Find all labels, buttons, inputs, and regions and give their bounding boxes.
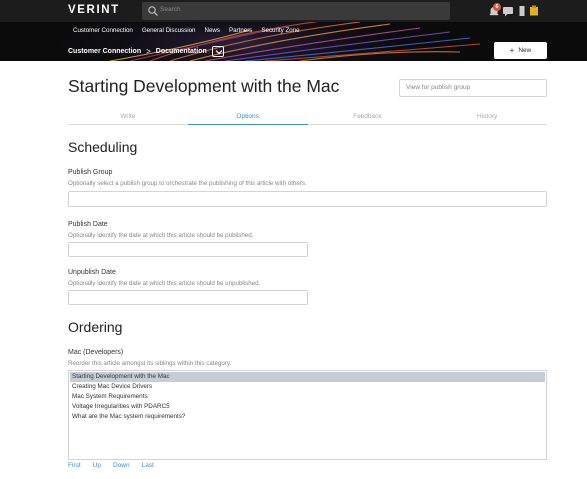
article-tabs: Write Options Feedback History xyxy=(68,113,547,125)
user-avatar-icon[interactable] xyxy=(527,4,541,18)
unpublish-date-input[interactable] xyxy=(68,290,308,305)
plus-icon: + xyxy=(509,45,515,55)
tab-options[interactable]: Options xyxy=(187,113,308,125)
unpublish-date-hint: Optionally identify the date at which th… xyxy=(68,280,261,287)
messages-icon[interactable] xyxy=(501,4,515,18)
order-down-link[interactable]: Down xyxy=(113,462,130,469)
publish-date-label: Publish Date xyxy=(68,221,108,228)
order-last-link[interactable]: Last xyxy=(142,462,154,469)
toolbar-icons: 6 xyxy=(487,3,547,18)
list-item[interactable]: What are the Mac system requirements? xyxy=(70,412,545,422)
publish-group-hint: Optionally select a publish group to orc… xyxy=(68,180,307,187)
top-nav: Customer Connection General Discussion N… xyxy=(73,27,309,34)
hero-banner: Customer Connection General Discussion N… xyxy=(0,22,587,61)
search-box[interactable]: Search xyxy=(142,2,450,20)
ordering-hint: Reorder this article amongst its sibling… xyxy=(68,360,232,367)
publish-group-select[interactable] xyxy=(68,191,547,207)
search-placeholder: Search xyxy=(160,6,181,13)
publish-group-label: Publish Group xyxy=(68,169,113,176)
breadcrumb-documentation[interactable]: Documentation xyxy=(156,48,207,55)
notification-bell-icon[interactable]: 6 xyxy=(487,3,501,18)
nav-link-security-zone[interactable]: Security Zone xyxy=(261,27,299,34)
tab-feedback[interactable]: Feedback xyxy=(308,113,428,124)
list-item[interactable]: Mac System Requirements xyxy=(70,392,545,402)
nav-link-news[interactable]: News xyxy=(205,27,220,34)
order-up-link[interactable]: Up xyxy=(93,462,101,469)
new-button-label: New xyxy=(518,47,532,54)
list-item[interactable]: Voltage Irregularities with PDARC5 xyxy=(70,402,545,412)
nav-link-partners[interactable]: Partners xyxy=(229,27,252,34)
nav-link-general-discussion[interactable]: General Discussion xyxy=(142,27,196,34)
ordering-heading: Ordering xyxy=(68,319,123,335)
order-first-link[interactable]: First xyxy=(68,462,81,469)
top-bar: VERINT Search 6 xyxy=(0,0,587,22)
unpublish-date-label: Unpublish Date xyxy=(68,269,116,276)
nav-link-customer-connection[interactable]: Customer Connection xyxy=(73,27,133,34)
breadcrumb: Customer Connection > Documentation xyxy=(68,46,224,57)
ordering-category-label: Mac (Developers) xyxy=(68,349,124,356)
notification-count-badge: 6 xyxy=(493,3,501,11)
breadcrumb-dropdown-button[interactable] xyxy=(211,46,224,57)
tab-write[interactable]: Write xyxy=(68,113,188,124)
scheduling-heading: Scheduling xyxy=(68,139,138,155)
list-item[interactable]: Creating Mac Device Drivers xyxy=(70,382,545,392)
publish-date-input[interactable] xyxy=(68,242,308,257)
list-item[interactable]: Starting Development with the Mac xyxy=(70,372,545,382)
chevron-down-icon xyxy=(215,50,223,55)
page-title: Starting Development with the Mac xyxy=(68,76,340,96)
tab-history[interactable]: History xyxy=(427,113,547,124)
ordering-actions: First Up Down Last xyxy=(68,462,166,469)
new-button[interactable]: + New xyxy=(494,42,547,59)
verint-logo[interactable]: VERINT xyxy=(68,4,120,16)
publish-group-view-select[interactable]: View for publish group xyxy=(399,79,547,97)
search-icon xyxy=(148,6,158,16)
breadcrumb-customer-connection[interactable]: Customer Connection xyxy=(68,48,141,55)
publish-date-hint: Optionally identify the date at which th… xyxy=(68,232,254,239)
breadcrumb-separator: > xyxy=(146,46,151,56)
ordering-listbox[interactable]: Starting Development with the Mac Creati… xyxy=(68,370,547,460)
